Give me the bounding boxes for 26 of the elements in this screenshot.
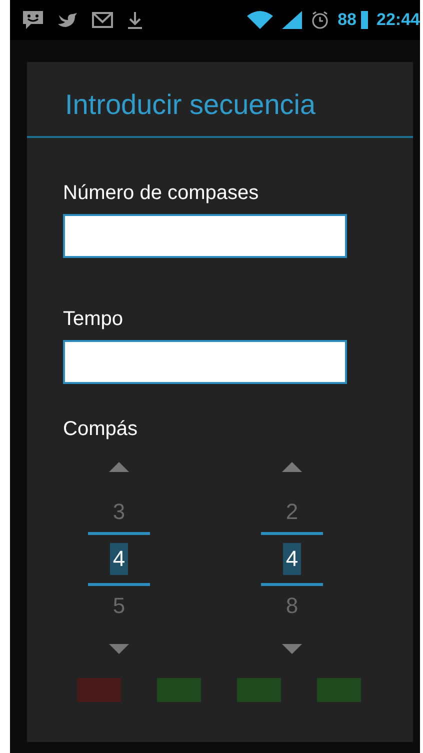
bird-icon xyxy=(58,12,78,28)
dialog-title: Introducir secuencia xyxy=(27,62,413,138)
text-field[interactable] xyxy=(63,214,347,258)
alarm-clock-icon xyxy=(310,11,329,29)
selected-value[interactable]: 4 xyxy=(110,543,128,575)
selected-value[interactable]: 4 xyxy=(282,543,302,575)
text-field[interactable] xyxy=(63,340,347,384)
signal-icon xyxy=(282,11,302,29)
field-label: Número de compases xyxy=(63,181,260,206)
up-arrow-icon[interactable] xyxy=(109,462,129,472)
battery-level: 88 xyxy=(338,9,357,32)
chat-smiley-icon xyxy=(22,10,44,30)
picker-value[interactable]: 2 xyxy=(286,492,298,532)
download-icon xyxy=(127,11,143,29)
field-label: Tempo xyxy=(63,307,124,332)
picker-value[interactable]: 3 xyxy=(112,492,126,532)
picker-value[interactable]: 5 xyxy=(112,586,126,626)
wifi-icon xyxy=(246,11,273,29)
down-arrow-icon[interactable] xyxy=(109,644,129,654)
field-label: Compás xyxy=(63,417,138,442)
battery-icon xyxy=(360,11,368,29)
up-arrow-icon[interactable] xyxy=(282,462,302,472)
down-arrow-icon[interactable] xyxy=(282,644,302,654)
picker-value[interactable]: 8 xyxy=(286,586,298,626)
mail-icon xyxy=(92,12,113,28)
clock-time: 22:44 xyxy=(376,9,420,32)
